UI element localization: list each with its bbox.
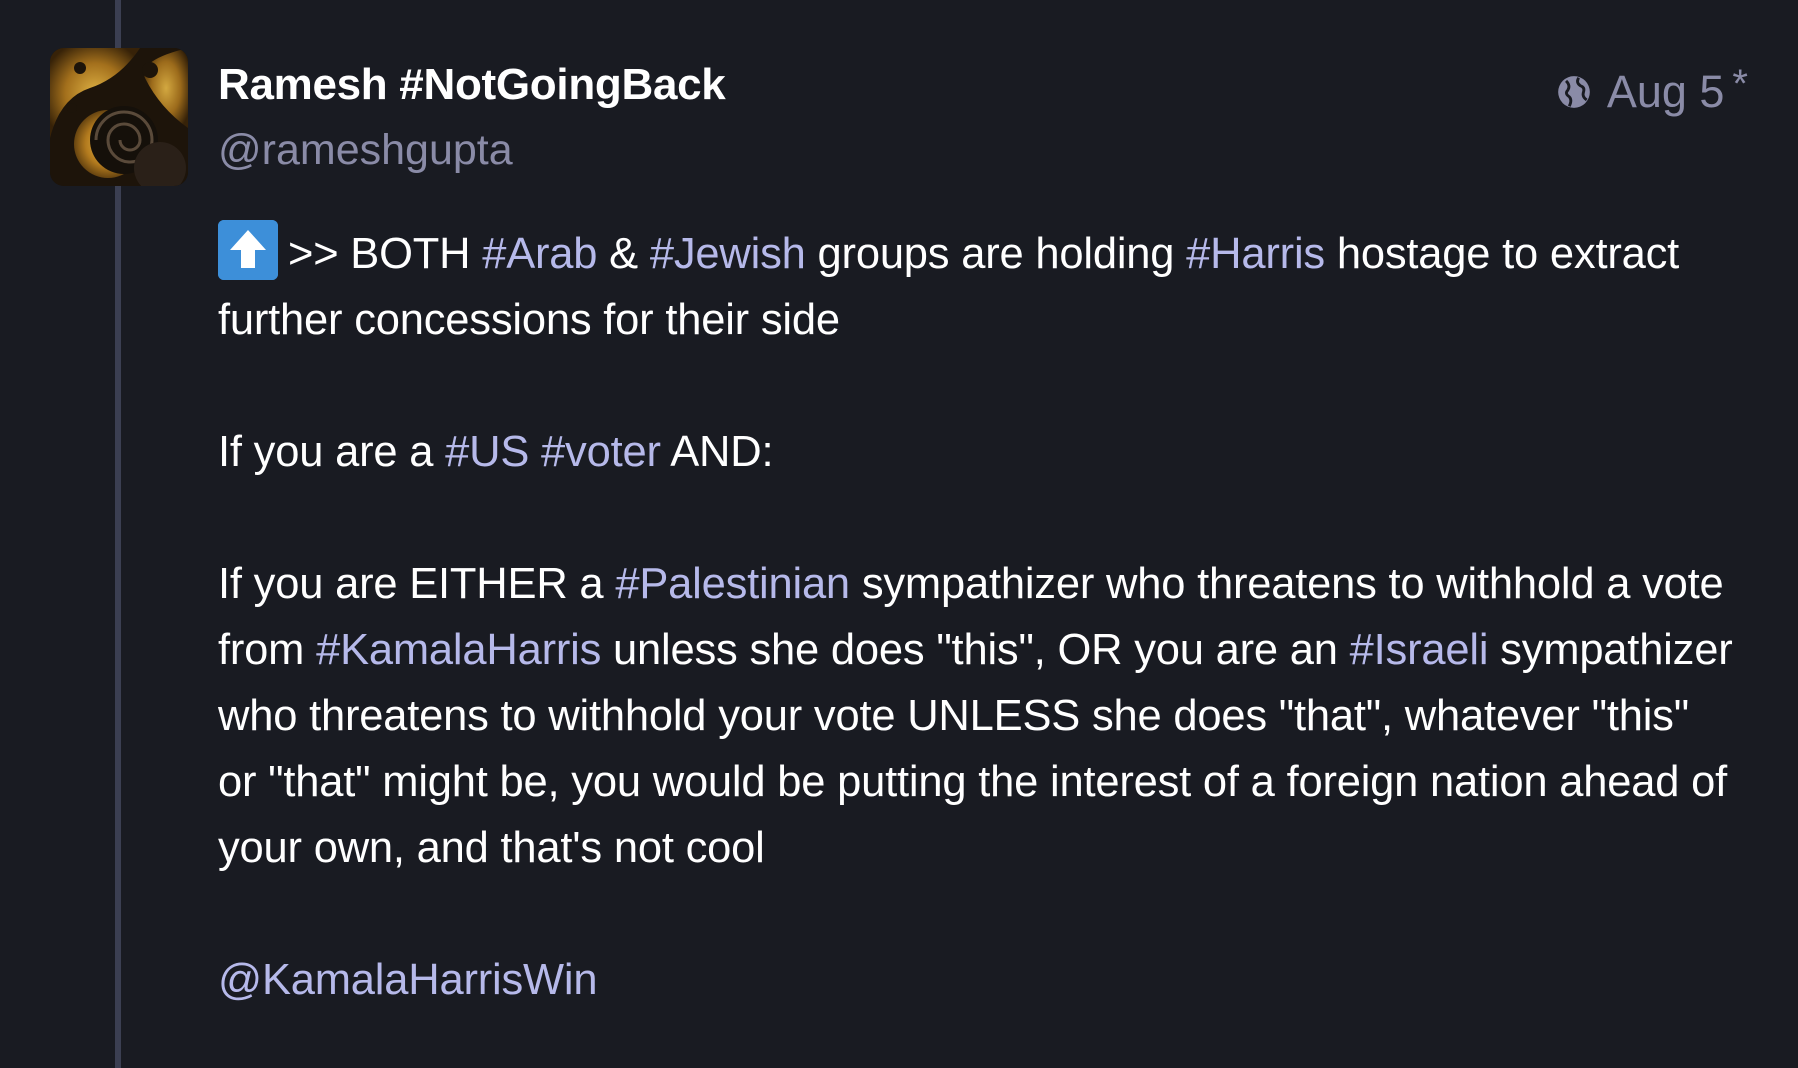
post-timestamp[interactable]: Aug 5	[1607, 66, 1725, 118]
paragraph-1: >> BOTH #Arab & #Jewish groups are holdi…	[218, 220, 1738, 353]
text-segment: groups are holding	[805, 230, 1187, 278]
status-post[interactable]: Ramesh #NotGoingBack @rameshgupta Aug 5 …	[0, 0, 1798, 1068]
display-name[interactable]: Ramesh #NotGoingBack	[218, 60, 726, 110]
avatar[interactable]	[50, 48, 188, 186]
hashtag-us[interactable]: #US	[445, 428, 529, 476]
up-arrow-emoji-icon	[218, 220, 278, 280]
hashtag-voter[interactable]: #voter	[541, 428, 661, 476]
hashtag-israeli[interactable]: #Israeli	[1350, 626, 1489, 674]
paragraph-4: @KamalaHarrisWin	[218, 947, 1738, 1013]
text-segment: If you are a	[218, 428, 446, 476]
paragraph-2: If you are a #US #voter AND:	[218, 419, 1738, 485]
text-segment: AND:	[660, 428, 774, 476]
mention-kamalaharriswin[interactable]: @KamalaHarrisWin	[218, 956, 598, 1004]
hashtag-kamalaharris[interactable]: #KamalaHarris	[316, 626, 601, 674]
paragraph-3: If you are EITHER a #Palestinian sympath…	[218, 551, 1738, 881]
hashtag-jewish[interactable]: #Jewish	[650, 230, 806, 278]
hashtag-arab[interactable]: #Arab	[482, 230, 597, 278]
account-handle[interactable]: @rameshgupta	[218, 126, 513, 175]
hashtag-palestinian[interactable]: #Palestinian	[615, 560, 850, 608]
post-content: >> BOTH #Arab & #Jewish groups are holdi…	[218, 220, 1738, 1068]
text-segment: &	[597, 230, 650, 278]
post-meta: Aug 5 *	[1555, 62, 1748, 118]
text-segment: unless she does "this", OR you are an	[601, 626, 1350, 674]
text-segment: If you are EITHER a	[218, 560, 616, 608]
globe-icon	[1555, 73, 1593, 111]
edited-marker: *	[1732, 61, 1748, 106]
hashtag-harris[interactable]: #Harris	[1186, 230, 1325, 278]
fractal-avatar-icon	[50, 48, 188, 186]
text-segment: >> BOTH	[288, 230, 483, 278]
text-segment	[529, 428, 541, 476]
